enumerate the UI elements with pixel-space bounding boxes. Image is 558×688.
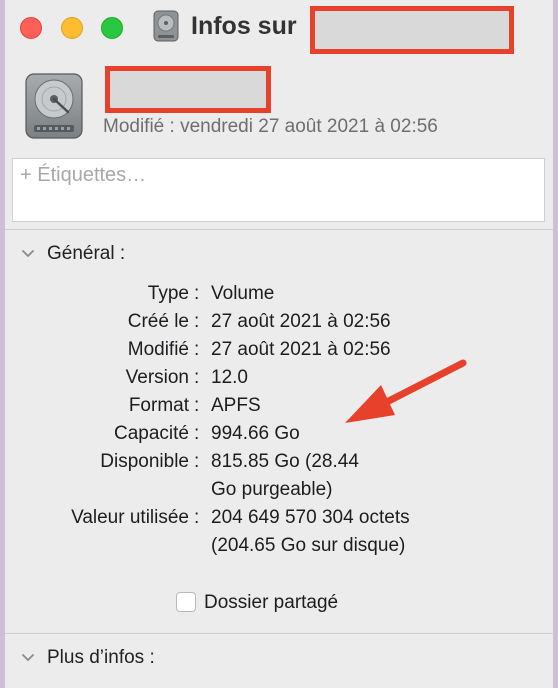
- info-value: 27 août 2021 à 02:56: [211, 311, 391, 332]
- section-general-toggle[interactable]: Général :: [21, 243, 125, 265]
- divider: [5, 229, 553, 230]
- info-value: 204 649 570 304 octets: [211, 507, 410, 528]
- tags-input[interactable]: + Étiquettes…: [12, 158, 545, 222]
- info-value: Volume: [211, 283, 275, 304]
- section-more-info-label: Plus d’infos :: [47, 647, 155, 668]
- info-value-continued: Go purgeable): [211, 479, 333, 500]
- info-label: Type: [147, 283, 189, 304]
- checkbox-box[interactable]: [176, 592, 196, 612]
- item-header: Modifié : vendredi 27 août 2021 à 02:56 …: [5, 56, 553, 222]
- info-value: APFS: [211, 395, 261, 416]
- redacted-item-name: [105, 66, 271, 113]
- desktop-background-right: [553, 0, 558, 688]
- info-label: Créé le: [127, 311, 189, 332]
- close-button[interactable]: [20, 17, 42, 39]
- window-title: Infos sur: [191, 12, 297, 40]
- redacted-title-name: [310, 6, 514, 54]
- info-label: Modifié: [127, 339, 189, 360]
- info-value: 12.0: [211, 367, 248, 388]
- info-value-continued: (204.65 Go sur disque): [211, 535, 406, 556]
- shared-folder-checkbox[interactable]: Dossier partagé: [176, 592, 338, 614]
- info-label: Version: [125, 367, 189, 388]
- section-more-info-toggle[interactable]: Plus d’infos :: [21, 647, 155, 669]
- info-label: Disponible: [100, 451, 189, 472]
- title-bar[interactable]: Infos sur: [5, 0, 553, 56]
- info-label: Format: [128, 395, 189, 416]
- info-label: Valeur utilisée: [71, 507, 189, 528]
- chevron-down-icon[interactable]: [21, 246, 35, 264]
- modified-date: Modifié : vendredi 27 août 2021 à 02:56: [103, 116, 438, 137]
- hard-drive-icon: [25, 73, 83, 139]
- shared-folder-label: Dossier partagé: [204, 592, 339, 613]
- info-value: 815.85 Go (28.44: [211, 451, 359, 472]
- info-label: Capacité: [114, 423, 189, 444]
- annotation-arrow-icon: [345, 359, 467, 423]
- zoom-button[interactable]: [101, 17, 123, 39]
- divider: [5, 633, 553, 634]
- chevron-down-icon[interactable]: [21, 650, 35, 668]
- info-value: 994.66 Go: [211, 423, 300, 444]
- hard-drive-icon: [153, 10, 179, 42]
- info-window: Infos sur Modifié : vendredi 27 août 202…: [5, 0, 553, 688]
- section-general-label: Général :: [47, 243, 126, 264]
- minimize-button[interactable]: [61, 17, 83, 39]
